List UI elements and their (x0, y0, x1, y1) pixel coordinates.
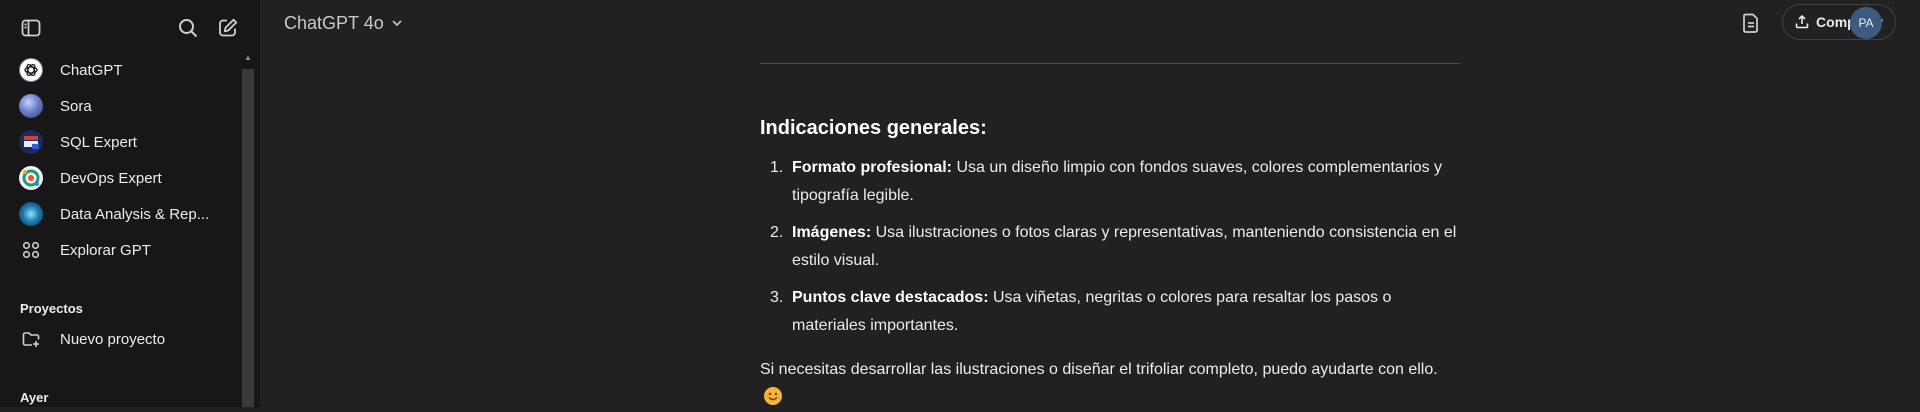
scroll-up-arrow-icon[interactable]: ▲ (242, 52, 254, 64)
closing-paragraph: Si necesitas desarrollar las ilustracion… (760, 356, 1460, 412)
model-selector[interactable]: ChatGPT 4o (284, 10, 404, 36)
closing-text: Si necesitas desarrollar las ilustracion… (760, 361, 1438, 378)
list-item: 3. Puntos clave destacados: Usa viñetas,… (760, 284, 1460, 340)
list-number: 2. (770, 224, 784, 241)
sidebar-item-label: DevOps Expert (60, 169, 162, 187)
user-avatar[interactable]: PA (1850, 7, 1882, 39)
new-project-button[interactable]: Nuevo proyecto (8, 321, 240, 357)
openai-logo-icon (19, 58, 43, 82)
list-item: 1. Formato profesional: Usa un diseño li… (760, 154, 1460, 210)
sidebar-toggle-icon (21, 19, 41, 37)
search-icon (179, 19, 198, 38)
search-button[interactable] (170, 10, 206, 46)
canvas-button[interactable] (1736, 8, 1766, 38)
sidebar-item-label: Sora (60, 97, 92, 115)
sidebar-scrollbar[interactable]: ▲ (242, 52, 254, 407)
chevron-down-icon (392, 20, 402, 27)
top-bar: ChatGPT 4o Compartir PA (260, 0, 1920, 44)
edit-icon (219, 18, 238, 37)
new-folder-icon (19, 327, 43, 351)
numbered-list: 1. Formato profesional: Usa un diseño li… (760, 154, 1460, 349)
sidebar-item-sora[interactable]: Sora (8, 88, 240, 124)
list-item-title: Imágenes: (792, 224, 872, 241)
sql-expert-avatar-icon (19, 130, 43, 154)
yesterday-heading: Ayer (20, 390, 49, 405)
new-chat-button[interactable] (210, 10, 246, 46)
gpt-list: ChatGPT Sora SQL Expert DevOps Expert Da… (8, 52, 240, 268)
sidebar-toolbar (0, 10, 260, 46)
divider (760, 63, 1460, 64)
smiling-face-emoji-icon (764, 387, 782, 405)
devops-expert-avatar-icon (19, 166, 43, 190)
data-analysis-avatar-icon (19, 202, 43, 226)
list-number: 1. (770, 159, 784, 176)
list-item: 2. Imágenes: Usa ilustraciones o fotos c… (760, 219, 1460, 275)
grid-icon (19, 238, 43, 262)
sidebar-item-sql-expert[interactable]: SQL Expert (8, 124, 240, 160)
sora-avatar-icon (19, 94, 43, 118)
projects-heading: Proyectos (20, 301, 83, 316)
share-icon (1795, 15, 1809, 29)
sidebar-item-explore-gpts[interactable]: Explorar GPT (8, 232, 240, 268)
document-icon (1743, 13, 1758, 33)
section-heading: Indicaciones generales: (760, 117, 987, 139)
scrollbar-thumb[interactable] (242, 69, 254, 407)
sidebar-item-label: Explorar GPT (60, 241, 151, 259)
sidebar: ChatGPT Sora SQL Expert DevOps Expert Da… (0, 0, 260, 407)
sidebar-item-label: Data Analysis & Rep... (60, 205, 210, 223)
new-project-label: Nuevo proyecto (60, 330, 166, 348)
model-name: ChatGPT 4o (284, 12, 384, 33)
sidebar-item-chatgpt[interactable]: ChatGPT (8, 52, 240, 88)
sidebar-item-label: SQL Expert (60, 133, 137, 151)
list-item-title: Puntos clave destacados: (792, 289, 989, 306)
sidebar-item-data-analysis[interactable]: Data Analysis & Rep... (8, 196, 240, 232)
list-item-title: Formato profesional: (792, 159, 953, 176)
list-number: 3. (770, 289, 784, 306)
list-item-text: Usa ilustraciones o fotos claras y repre… (792, 224, 1457, 269)
sidebar-item-devops-expert[interactable]: DevOps Expert (8, 160, 240, 196)
toggle-sidebar-button[interactable] (13, 10, 49, 46)
sidebar-item-label: ChatGPT (60, 61, 123, 79)
